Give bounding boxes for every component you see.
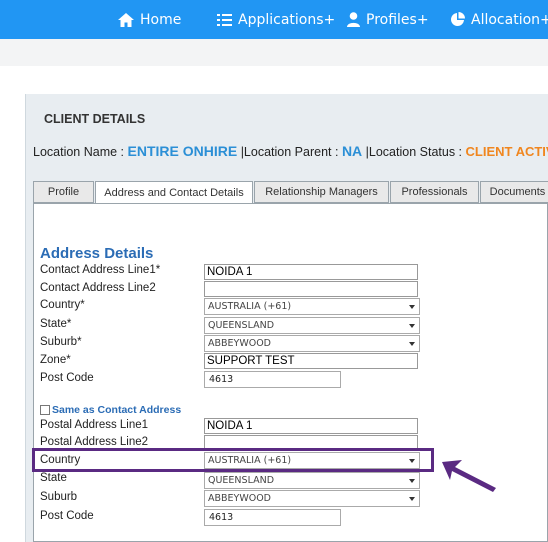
state-label: State* [40,318,72,330]
nav-home-label: Home [140,11,182,28]
chevron-down-icon [409,305,415,309]
address-details-heading: Address Details [40,245,154,262]
postal-line1-label: Postal Address Line1 [40,419,149,431]
user-icon [347,12,360,27]
country-select[interactable]: AUSTRALIA (+61) [204,298,420,315]
postal-postcode-label: Post Code [40,510,94,522]
postal-state-label: State [40,472,67,484]
nav-allocation[interactable]: Allocation+ [450,0,548,39]
tab-documents[interactable]: Documents [480,181,548,203]
postal-line2-label: Postal Address Line2 [40,436,149,448]
contact-line1-input[interactable]: NOIDA 1 [204,264,418,280]
chevron-down-icon [409,342,415,346]
state-select[interactable]: QUEENSLAND [204,317,420,334]
contact-line1-label: Contact Address Line1* [40,264,161,276]
contact-line2-label: Contact Address Line2 [40,282,156,294]
postal-line1-input[interactable]: NOIDA 1 [204,418,418,434]
location-info: Location Name : ENTIRE ONHIRE |Location … [33,143,548,159]
nav-home[interactable]: Home [118,0,181,39]
postal-state-select-value: QUEENSLAND [208,475,275,486]
home-icon [118,12,134,27]
same-as-contact: Same as Contact Address [40,404,181,416]
state-select-value: QUEENSLAND [208,320,275,331]
postal-postcode-input[interactable]: 4613 [204,509,341,526]
location-status-value: CLIENT ACTIVE [465,144,548,159]
page-title: CLIENT DETAILS [44,112,146,126]
spacer [0,66,548,94]
nav-profiles[interactable]: Profiles+ [347,0,429,39]
tab-address-contact[interactable]: Address and Contact Details [95,181,253,204]
sub-header-bar [0,39,548,66]
list-icon [217,13,232,26]
country-label: Country* [40,299,85,311]
nav-applications-label: Applications+ [238,11,336,28]
nav-profiles-label: Profiles+ [366,11,429,28]
nav-applications[interactable]: Applications+ [217,0,335,39]
location-name-value: ENTIRE ONHIRE [127,143,238,159]
suburb-select-value: ABBEYWOOD [208,338,272,349]
tab-profile[interactable]: Profile [33,181,94,203]
zone-label: Zone* [40,354,71,366]
country-select-value: AUSTRALIA (+61) [208,301,292,312]
postal-suburb-select-value: ABBEYWOOD [208,493,272,504]
highlight-annotation-box [32,448,434,472]
postal-suburb-select[interactable]: ABBEYWOOD [204,490,420,507]
contact-line2-input[interactable] [204,281,418,297]
annotation-arrow-icon [442,460,496,492]
postcode-label: Post Code [40,372,94,384]
postal-state-select[interactable]: QUEENSLAND [204,472,420,489]
suburb-label: Suburb* [40,336,82,348]
location-parent-label: |Location Parent : [240,145,339,159]
location-name-label: Location Name : [33,145,125,159]
top-navigation-bar: Home Applications+ Profiles+ Allocation+ [0,0,548,39]
same-as-contact-label[interactable]: Same as Contact Address [52,404,181,416]
suburb-select[interactable]: ABBEYWOOD [204,335,420,352]
nav-allocation-label: Allocation+ [471,11,548,28]
chevron-down-icon [409,479,415,483]
tab-professionals[interactable]: Professionals [390,181,479,203]
tab-relationship-managers[interactable]: Relationship Managers [254,181,389,203]
postcode-input[interactable]: 4613 [204,371,341,388]
postal-suburb-label: Suburb [40,491,78,503]
zone-input[interactable]: SUPPORT TEST [204,353,418,369]
same-as-contact-checkbox[interactable] [40,405,50,415]
pie-chart-icon [451,12,465,26]
chevron-down-icon [409,324,415,328]
chevron-down-icon [409,497,415,501]
location-parent-value: NA [341,143,363,159]
location-status-label: |Location Status : [365,145,463,159]
